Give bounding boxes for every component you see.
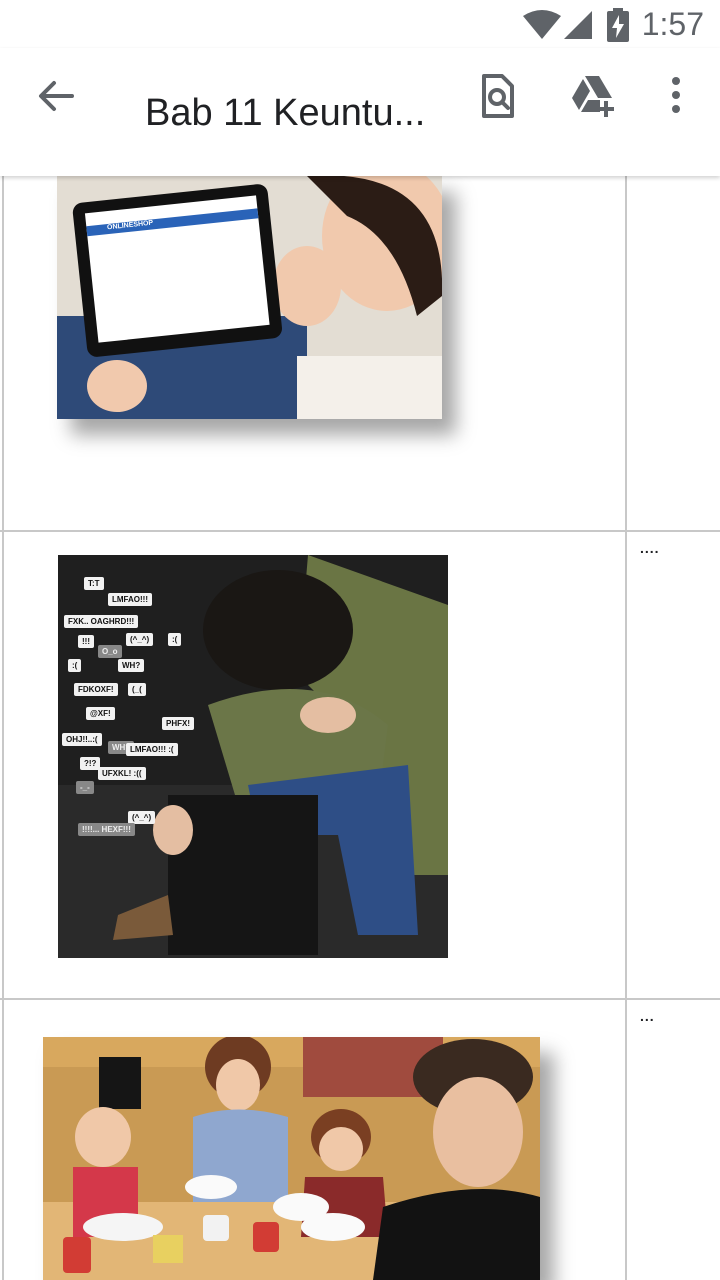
chat-bubble: OHJ!!..:(: [62, 733, 102, 746]
chat-bubble: :(: [168, 633, 182, 646]
chat-bubble: WH?: [118, 659, 145, 672]
chat-bubble: T:T: [84, 577, 104, 590]
chat-bubble: O_o: [98, 645, 122, 658]
battery-charging-icon: [607, 8, 629, 42]
chat-bubble: :(: [68, 659, 82, 672]
table-border: [625, 176, 627, 1280]
app-bar: Bab 11 Keuntu...: [0, 48, 720, 176]
chat-bubble: PHFX!: [162, 717, 194, 730]
chat-bubble: (^_^): [126, 633, 154, 646]
document-title: Bab 11 Keuntu...: [145, 92, 426, 134]
add-to-drive-icon[interactable]: [568, 72, 616, 120]
chat-bubble: !!!!... HEXF!!!: [78, 823, 135, 836]
chat-bubble: LMFAO!!! :(: [126, 743, 178, 756]
more-options-icon[interactable]: [652, 72, 700, 120]
cellular-signal-icon: [564, 11, 592, 39]
chat-bubble: -_-: [76, 781, 94, 794]
table-border: [2, 176, 4, 1280]
chat-bubble: !!!: [78, 635, 94, 648]
status-bar: 1:57: [0, 0, 720, 48]
chat-bubble: UFXKL! :((: [98, 767, 146, 780]
row-note: ...: [640, 1008, 655, 1024]
chat-bubble: FXK.. OAGHRD!!!: [64, 615, 139, 628]
chat-bubble: @XF!: [86, 707, 115, 720]
status-time: 1:57: [641, 6, 704, 42]
chat-bubble: FDKOXF!: [74, 683, 118, 696]
find-in-document-icon[interactable]: [472, 72, 520, 120]
wifi-icon: [523, 10, 561, 39]
family-breakfast-photo: [43, 1037, 540, 1280]
arrow-back-icon[interactable]: [36, 76, 76, 116]
stressed-boy-photo: T:T LMFAO!!! FXK.. OAGHRD!!! !!! (^_^) :…: [58, 555, 448, 958]
online-shopping-photo: ONLINESHOP: [57, 176, 442, 419]
chat-bubble: LMFAO!!!: [108, 593, 152, 606]
row-note: ....: [640, 540, 660, 556]
table-border: [0, 530, 720, 532]
chat-bubble: (_(: [128, 683, 146, 696]
table-border: [0, 998, 720, 1000]
document-view[interactable]: ONLINESHOP .... T:T LMFAO!!! FXK.. OAGHR…: [0, 176, 720, 1280]
